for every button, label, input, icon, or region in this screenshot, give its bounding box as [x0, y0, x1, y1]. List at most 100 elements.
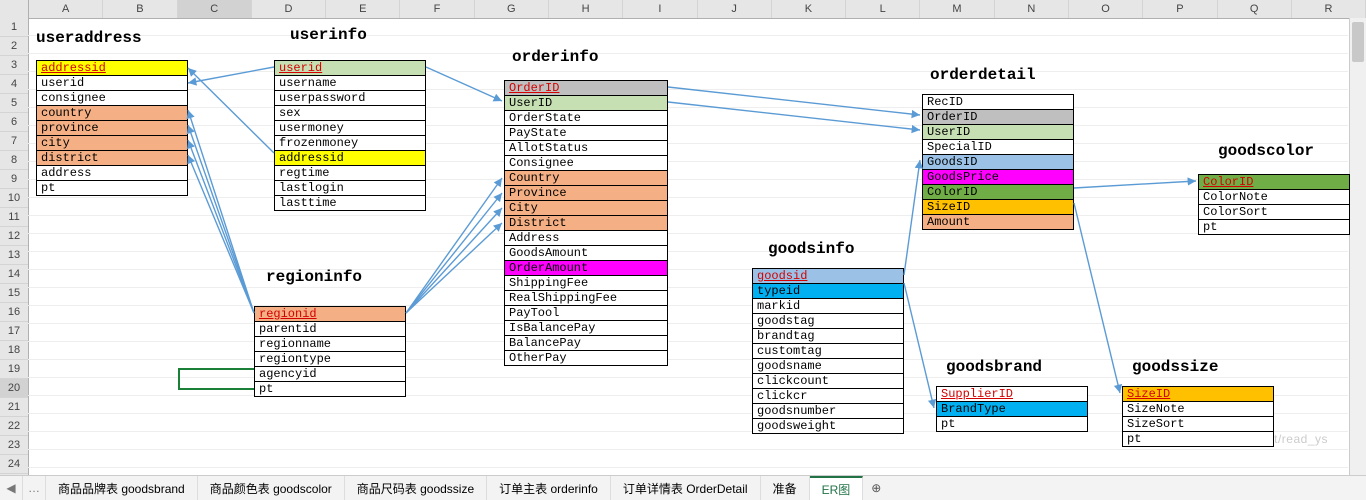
- entity-field[interactable]: SpecialID: [923, 140, 1073, 155]
- column-header[interactable]: B: [103, 0, 177, 18]
- column-header[interactable]: E: [326, 0, 400, 18]
- column-header[interactable]: J: [698, 0, 772, 18]
- entity-field[interactable]: OrderID: [923, 110, 1073, 125]
- select-all-corner[interactable]: [0, 0, 29, 18]
- entity-field[interactable]: regiontype: [255, 352, 405, 367]
- entity-field[interactable]: Address: [505, 231, 667, 246]
- entity-field[interactable]: goodsid: [753, 269, 903, 284]
- entity-field[interactable]: parentid: [255, 322, 405, 337]
- row-header[interactable]: 7: [0, 132, 28, 151]
- entity-goodscolor[interactable]: ColorIDColorNoteColorSortpt: [1198, 174, 1350, 235]
- entity-field[interactable]: IsBalancePay: [505, 321, 667, 336]
- row-header[interactable]: 4: [0, 75, 28, 94]
- row-header[interactable]: 24: [0, 455, 28, 474]
- row-header[interactable]: 5: [0, 94, 28, 113]
- entity-field[interactable]: District: [505, 216, 667, 231]
- entity-field[interactable]: province: [37, 121, 187, 136]
- entity-field[interactable]: ColorNote: [1199, 190, 1349, 205]
- tab-nav-left-icon[interactable]: ◀: [0, 476, 23, 500]
- entity-field[interactable]: ColorSort: [1199, 205, 1349, 220]
- entity-goodsinfo[interactable]: goodsidtypeidmarkidgoodstagbrandtagcusto…: [752, 268, 904, 434]
- entity-field[interactable]: ColorID: [923, 185, 1073, 200]
- column-header[interactable]: R: [1292, 0, 1366, 18]
- entity-field[interactable]: OrderID: [505, 81, 667, 96]
- vertical-scrollbar-thumb[interactable]: [1352, 22, 1364, 62]
- row-header[interactable]: 13: [0, 246, 28, 265]
- row-header[interactable]: 14: [0, 265, 28, 284]
- entity-field[interactable]: OrderState: [505, 111, 667, 126]
- row-header[interactable]: 12: [0, 227, 28, 246]
- entity-field[interactable]: Country: [505, 171, 667, 186]
- entity-field[interactable]: userid: [275, 61, 425, 76]
- sheet-tab[interactable]: 准备: [761, 476, 810, 500]
- sheet-tab[interactable]: 商品品牌表 goodsbrand: [46, 476, 198, 500]
- row-header[interactable]: 3: [0, 56, 28, 75]
- entity-field[interactable]: SupplierID: [937, 387, 1087, 402]
- column-header[interactable]: F: [400, 0, 474, 18]
- column-header[interactable]: G: [475, 0, 549, 18]
- row-header[interactable]: 16: [0, 303, 28, 322]
- entity-field[interactable]: Consignee: [505, 156, 667, 171]
- entity-field[interactable]: lastlogin: [275, 181, 425, 196]
- row-header[interactable]: 18: [0, 341, 28, 360]
- entity-field[interactable]: BrandType: [937, 402, 1087, 417]
- entity-field[interactable]: goodsnumber: [753, 404, 903, 419]
- entity-field[interactable]: userpassword: [275, 91, 425, 106]
- column-header[interactable]: O: [1069, 0, 1143, 18]
- column-header[interactable]: K: [772, 0, 846, 18]
- entity-field[interactable]: pt: [37, 181, 187, 195]
- entity-field[interactable]: AllotStatus: [505, 141, 667, 156]
- entity-field[interactable]: OrderAmount: [505, 261, 667, 276]
- entity-field[interactable]: PayTool: [505, 306, 667, 321]
- entity-field[interactable]: address: [37, 166, 187, 181]
- entity-field[interactable]: regionid: [255, 307, 405, 322]
- entity-field[interactable]: addressid: [275, 151, 425, 166]
- sheet-tab[interactable]: 订单详情表 OrderDetail: [611, 476, 761, 500]
- entity-field[interactable]: username: [275, 76, 425, 91]
- row-header[interactable]: 10: [0, 189, 28, 208]
- entity-field[interactable]: country: [37, 106, 187, 121]
- column-header[interactable]: D: [252, 0, 326, 18]
- entity-field[interactable]: clickcount: [753, 374, 903, 389]
- entity-orderdetail[interactable]: RecIDOrderIDUserIDSpecialIDGoodsIDGoodsP…: [922, 94, 1074, 230]
- row-header[interactable]: 1: [0, 18, 28, 37]
- entity-field[interactable]: usermoney: [275, 121, 425, 136]
- row-header[interactable]: 23: [0, 436, 28, 455]
- entity-field[interactable]: consignee: [37, 91, 187, 106]
- entity-field[interactable]: Amount: [923, 215, 1073, 229]
- entity-field[interactable]: regtime: [275, 166, 425, 181]
- sheet-tab[interactable]: 商品颜色表 goodscolor: [198, 476, 345, 500]
- sheet-tab[interactable]: 商品尺码表 goodssize: [345, 476, 487, 500]
- entity-field[interactable]: OtherPay: [505, 351, 667, 365]
- entity-goodssize[interactable]: SizeIDSizeNoteSizeSortpt: [1122, 386, 1274, 447]
- add-sheet-icon[interactable]: ⊕: [863, 476, 889, 500]
- column-header[interactable]: M: [920, 0, 994, 18]
- entity-field[interactable]: City: [505, 201, 667, 216]
- entity-field[interactable]: city: [37, 136, 187, 151]
- row-header[interactable]: 21: [0, 398, 28, 417]
- column-header[interactable]: H: [549, 0, 623, 18]
- entity-field[interactable]: sex: [275, 106, 425, 121]
- entity-field[interactable]: Province: [505, 186, 667, 201]
- vertical-scrollbar[interactable]: [1349, 18, 1366, 476]
- entity-userinfo[interactable]: useridusernameuserpasswordsexusermoneyfr…: [274, 60, 426, 211]
- sheet-tab[interactable]: ER图: [810, 476, 864, 500]
- column-header[interactable]: C: [178, 0, 252, 18]
- column-header[interactable]: N: [995, 0, 1069, 18]
- row-header[interactable]: 2: [0, 37, 28, 56]
- entity-orderinfo[interactable]: OrderIDUserIDOrderStatePayStateAllotStat…: [504, 80, 668, 366]
- entity-field[interactable]: goodsweight: [753, 419, 903, 433]
- row-header[interactable]: 8: [0, 151, 28, 170]
- entity-field[interactable]: pt: [255, 382, 405, 396]
- entity-field[interactable]: RecID: [923, 95, 1073, 110]
- row-header[interactable]: 20: [0, 379, 28, 398]
- row-header[interactable]: 6: [0, 113, 28, 132]
- entity-field[interactable]: clickcr: [753, 389, 903, 404]
- entity-regioninfo[interactable]: regionidparentidregionnameregiontypeagen…: [254, 306, 406, 397]
- entity-field[interactable]: goodsname: [753, 359, 903, 374]
- entity-field[interactable]: regionname: [255, 337, 405, 352]
- entity-field[interactable]: addressid: [37, 61, 187, 76]
- entity-field[interactable]: lasttime: [275, 196, 425, 210]
- row-header[interactable]: 9: [0, 170, 28, 189]
- entity-field[interactable]: ShippingFee: [505, 276, 667, 291]
